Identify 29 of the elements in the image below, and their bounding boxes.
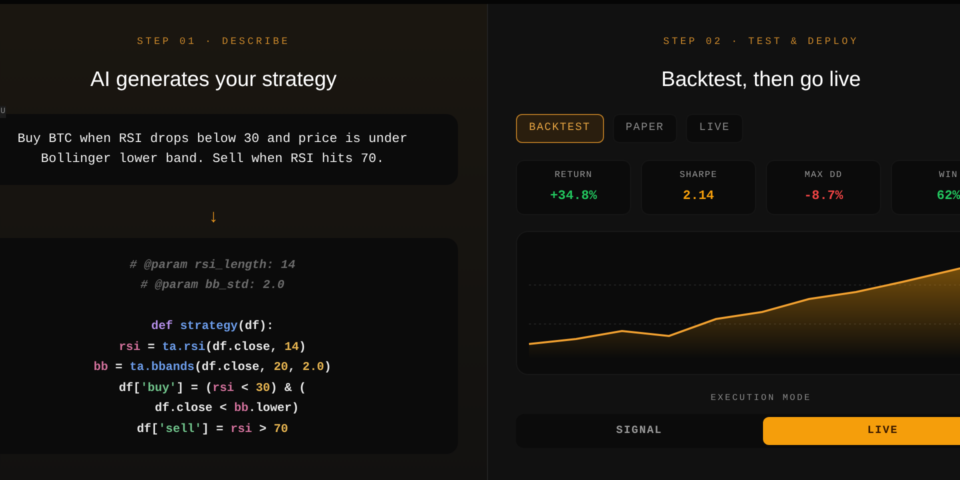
- step-label: STEP 02 · TEST & DEPLOY: [663, 36, 859, 50]
- stat-label: RETURN: [554, 168, 592, 182]
- code-line: df['buy'] = (rsi < 30) & (: [118, 380, 306, 396]
- stat-label: MAX DD: [804, 168, 842, 182]
- section-title: AI generates your strategy: [90, 67, 337, 93]
- stat-label: WIN: [939, 168, 958, 182]
- prompt-text: Buy BTC when RSI drops below 30 and price is under Bollinger lower band. Sell when RSI hits 70.: [0, 114, 458, 184]
- mode-option[interactable]: SIGNAL: [519, 417, 760, 445]
- code-line: df['sell'] = rsi > 70: [136, 420, 288, 438]
- mode-option[interactable]: LIVE: [762, 417, 960, 445]
- section-title: Backtest, then go live: [661, 67, 861, 93]
- code-line: rsi = ta.rsi(df.close, 14): [118, 338, 306, 356]
- mode-tab[interactable]: PAPER: [612, 114, 678, 142]
- stat-label: SHARPE: [680, 168, 718, 182]
- stat-value: -8.7%: [804, 187, 843, 205]
- code-line: df.close < bb.lower): [154, 400, 299, 417]
- code-line: bb = ta.bbands(df.close, 20, 2.0): [94, 359, 332, 376]
- code-line: # @param bb_std: 2.0: [140, 277, 285, 294]
- prompt-tag: U: [0, 106, 6, 118]
- code-line: # @param rsi_length: 14: [130, 256, 296, 274]
- step-label: STEP 01 · DESCRIBE: [136, 36, 290, 50]
- down-arrow: ↓: [209, 204, 218, 228]
- mode-tab[interactable]: BACKTEST: [516, 114, 604, 142]
- stat-value: +34.8%: [550, 187, 597, 205]
- stat-value: 2.14: [682, 187, 714, 205]
- code-line: def strategy(df):: [151, 318, 274, 335]
- stat-value: 62%: [936, 187, 960, 205]
- section-label: EXECUTION MODE: [710, 392, 812, 404]
- mode-tab[interactable]: LIVE: [686, 114, 743, 142]
